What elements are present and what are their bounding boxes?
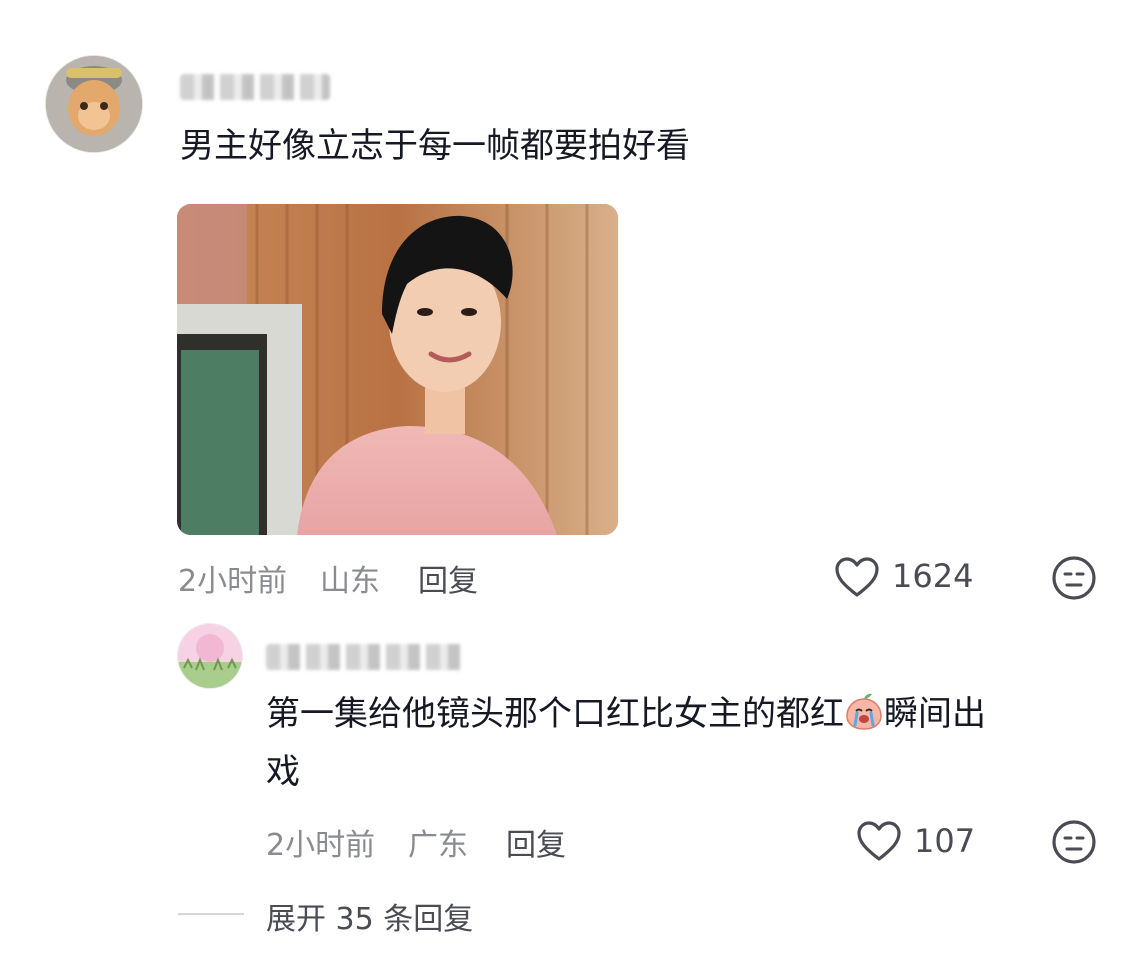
expand-divider xyxy=(178,913,244,915)
reply-location: 广东 xyxy=(408,828,468,863)
reply-text-part1: 第一集给他镜头那个口红比女主的都红 xyxy=(266,694,844,734)
reply-reply-button[interactable]: 回复 xyxy=(506,820,566,864)
comment-text: 男主好像立志于每一帧都要拍好看 xyxy=(180,126,690,166)
comment-image[interactable] xyxy=(177,204,618,535)
comment-reply-button[interactable]: 回复 xyxy=(418,556,478,600)
replier-username[interactable] xyxy=(266,644,466,670)
crying-peach-emoji-icon xyxy=(844,691,884,731)
comment-like-count: 1624 xyxy=(892,557,974,595)
replier-avatar[interactable] xyxy=(178,624,242,688)
commenter-username[interactable] xyxy=(180,74,330,100)
meh-face-icon[interactable] xyxy=(1050,554,1098,602)
comment-location: 山东 xyxy=(320,564,380,599)
reply-text-line2: 戏 xyxy=(266,752,300,792)
reply-like-count: 107 xyxy=(914,822,976,860)
heart-outline-icon[interactable] xyxy=(856,820,902,862)
reply-text-part2: 瞬间出 xyxy=(884,694,986,734)
comment-time: 2小时前 xyxy=(178,564,288,599)
reply-time: 2小时前 xyxy=(266,828,376,863)
commenter-avatar[interactable] xyxy=(46,56,142,152)
expand-replies-button[interactable]: 展开 35 条回复 xyxy=(266,894,473,938)
meh-face-icon[interactable] xyxy=(1050,818,1098,866)
heart-outline-icon[interactable] xyxy=(834,556,880,598)
reply-text: 第一集给他镜头那个口红比女主的都红 瞬间出 xyxy=(266,690,986,739)
